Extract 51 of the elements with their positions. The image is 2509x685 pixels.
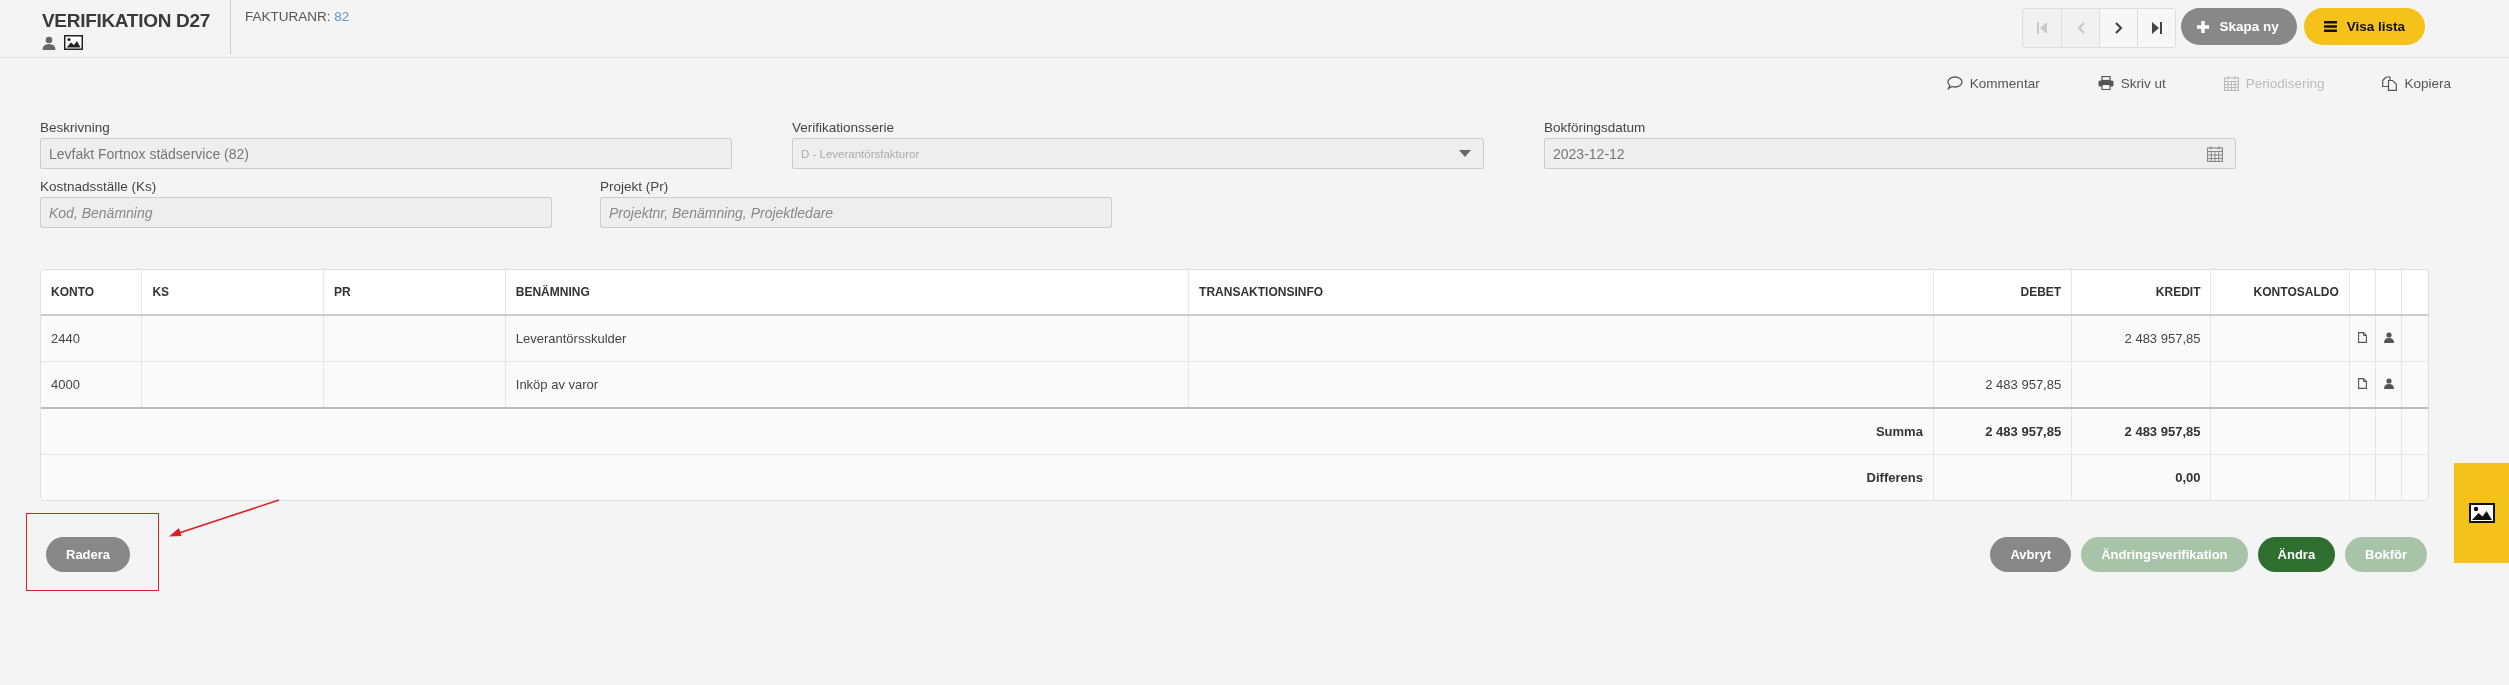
- speech-bubble-icon: [1946, 76, 1963, 90]
- toolbar-button[interactable]: Kommentar: [1946, 71, 2040, 95]
- total-label: Differens: [1866, 470, 1923, 485]
- image-icon[interactable]: [64, 35, 83, 50]
- toolbar-button[interactable]: Kopiera: [2382, 71, 2451, 95]
- total-value: 2 483 957,85: [1985, 424, 2062, 439]
- total-value: 2 483 957,85: [2124, 424, 2201, 439]
- plus-icon: [2197, 20, 2210, 33]
- document-icon[interactable]: [2357, 332, 2367, 343]
- person-icon[interactable]: [2383, 332, 2394, 343]
- action-button[interactable]: Ändra: [2257, 537, 2336, 572]
- table-cell: 4000: [51, 377, 80, 392]
- table-cell: Leverantörsskulder: [515, 331, 627, 346]
- invoice-number-link[interactable]: 82: [334, 9, 350, 24]
- total-value: 0,00: [2175, 470, 2201, 485]
- person-icon[interactable]: [42, 35, 56, 50]
- total-label: Summa: [1875, 424, 1923, 439]
- date-field[interactable]: 2023-12-12: [1544, 138, 2236, 169]
- invoice-number-label: FAKTURANR: 82: [244, 8, 350, 24]
- printer-icon: [2097, 76, 2114, 90]
- table-cell: 2 483 957,85: [1985, 377, 2062, 392]
- create-new-button[interactable]: Skapa ny: [2181, 8, 2297, 45]
- table-cell: Inköp av varor: [515, 377, 599, 392]
- page-title: VERIFIKATION D27: [42, 10, 211, 32]
- toolbar-button[interactable]: Skriv ut: [2097, 71, 2166, 95]
- last-page-icon: [2151, 22, 2162, 34]
- input-field[interactable]: Levfakt Fortnox städservice (82): [40, 138, 732, 169]
- calendar-icon: [2223, 75, 2239, 91]
- input-field[interactable]: Projektnr, Benämning, Projektledare: [600, 197, 1112, 228]
- calendar-icon[interactable]: [2207, 145, 2223, 162]
- copy-icon: [2382, 75, 2398, 91]
- action-button[interactable]: Avbryt: [1990, 537, 2072, 572]
- chevron-left-icon: [2076, 22, 2085, 34]
- field-label: Beskrivning: [40, 120, 111, 135]
- delete-button[interactable]: Radera: [46, 537, 131, 572]
- table-cell: 2 483 957,85: [2124, 331, 2201, 346]
- field-label: Projekt (Pr): [600, 179, 670, 194]
- chevron-right-icon: [2114, 22, 2123, 34]
- image-panel-tab[interactable]: [2454, 463, 2509, 563]
- pager-button[interactable]: [2137, 9, 2176, 47]
- field-label: Bokföringsdatum: [1544, 120, 1647, 135]
- field-label: Verifikationsserie: [792, 120, 896, 135]
- image-icon: [2468, 503, 2495, 523]
- show-list-button[interactable]: Visa lista: [2303, 8, 2425, 45]
- menu-icon: [2323, 21, 2337, 32]
- first-page-icon: [2037, 22, 2048, 34]
- field-label: Kostnadsställe (Ks): [40, 179, 158, 194]
- person-icon[interactable]: [2383, 378, 2394, 389]
- document-icon[interactable]: [2357, 378, 2367, 389]
- input-field[interactable]: Kod, Benämning: [40, 197, 552, 228]
- table-cell: 2440: [51, 331, 80, 346]
